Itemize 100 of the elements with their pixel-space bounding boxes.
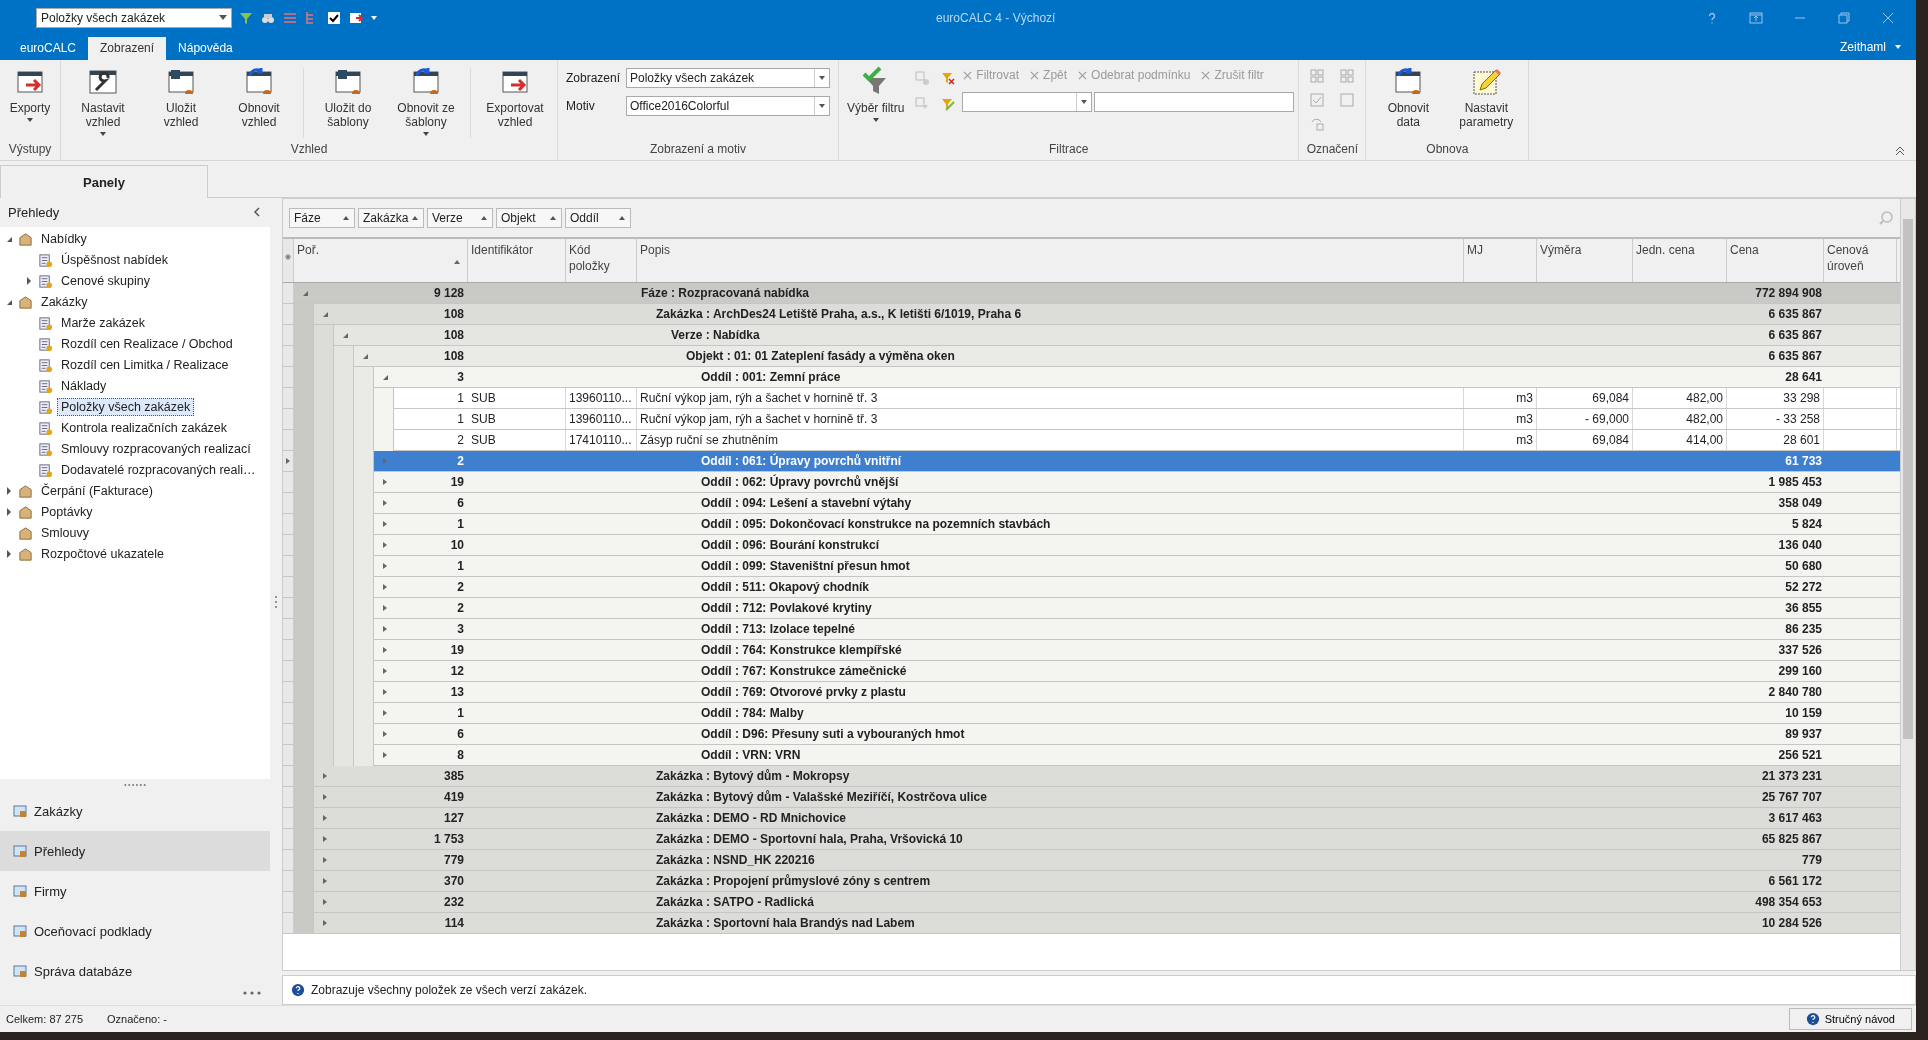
group-row[interactable]: 6 Oddíl : 094: Lešení a stavební výtahy 358 049 xyxy=(283,493,1900,514)
splitter-grip-icon[interactable] xyxy=(123,783,147,787)
group-row[interactable]: 108 Verze : Nabídka 6 635 867 xyxy=(283,325,1900,346)
column-header[interactable]: Cenová úroveň xyxy=(1824,239,1897,282)
scrollbar[interactable] xyxy=(1900,199,1915,970)
row-header[interactable] xyxy=(283,451,294,471)
group-row[interactable]: 2 Oddíl : 061: Úpravy povrchů vnitřní 61 733 xyxy=(283,451,1900,472)
group-row[interactable]: 1 Oddíl : 099: Staveništní přesun hmot 50 680 xyxy=(283,556,1900,577)
dropdown-field[interactable]: Office2016Colorful xyxy=(626,96,830,116)
nav-item[interactable]: Firmy xyxy=(0,871,270,911)
funnel-cross-icon[interactable] xyxy=(940,70,957,86)
ribbon-display-icon[interactable] xyxy=(1748,10,1764,26)
funnel-pencil-icon[interactable] xyxy=(940,96,957,112)
group-row[interactable]: 385 Zakázka : Bytový dům - Mokropsy 21 373 231 xyxy=(283,766,1900,787)
customize-caret-icon[interactable] xyxy=(370,14,378,22)
tree-item[interactable]: Zakázky xyxy=(37,293,92,312)
group-row[interactable]: 2 Oddíl : 712: Povlakové krytiny 36 855 xyxy=(283,598,1900,619)
group-by-chip[interactable]: Objekt xyxy=(496,208,562,228)
column-header[interactable]: Popis xyxy=(637,239,1464,282)
ribbon-tab[interactable]: euroCALC xyxy=(8,37,89,60)
ribbon-button[interactable]: Uložit do šablony xyxy=(310,64,386,131)
group-by-chip[interactable]: Verze xyxy=(427,208,493,228)
ribbon-button[interactable]: Exportovat vzhled xyxy=(477,64,553,131)
column-header[interactable]: Poř. xyxy=(294,239,468,282)
ribbon-button[interactable]: Obnovit vzhled xyxy=(221,64,297,131)
group-row[interactable]: 13 Oddíl : 769: Otvorové prvky z plastu 2 840 780 xyxy=(283,682,1900,703)
item-row[interactable]: 2 SUB 17410110... Zásyp ruční se zhutněním m3 69,084 414,00 28 601 xyxy=(283,430,1900,451)
filter-input[interactable] xyxy=(1094,92,1295,112)
search-icon[interactable] xyxy=(1878,210,1894,226)
tree-item[interactable]: Náklady xyxy=(57,377,111,396)
group-row[interactable]: 19 Oddíl : 062: Úpravy povrchů vnější 1 985 453 xyxy=(283,472,1900,493)
ribbon-button[interactable]: Nastavit vzhled xyxy=(65,64,141,139)
column-header[interactable]: Identifikátor xyxy=(468,239,566,282)
group-by-chip[interactable]: Fáze xyxy=(289,208,355,228)
group-row[interactable]: 232 Zakázka : SATPO - Radlická 498 354 653 xyxy=(283,892,1900,913)
checkbox-icon[interactable] xyxy=(1309,92,1326,108)
column-header[interactable]: Kód položky xyxy=(566,239,637,282)
group-row[interactable]: 2 Oddíl : 511: Okapový chodník 52 272 xyxy=(283,577,1900,598)
nav-item[interactable]: Zakázky xyxy=(0,791,270,831)
group-row[interactable]: 127 Zakázka : DEMO - RD Mnichovice 3 617 463 xyxy=(283,808,1900,829)
nav-item[interactable]: Správa databáze xyxy=(0,951,270,991)
nav-item[interactable]: Přehledy xyxy=(0,831,270,871)
tree-item[interactable]: Rozdíl cen Limitka / Realizace xyxy=(57,356,233,375)
group-row[interactable]: 9 128 Fáze : Rozpracovaná nabídka 772 894 908 xyxy=(283,283,1900,304)
tree-item[interactable]: Kontrola realizačních zakázek xyxy=(57,419,232,438)
ribbon-button[interactable]: Obnovit data xyxy=(1370,64,1447,131)
ribbon-button[interactable]: Uložit vzhled xyxy=(143,64,219,131)
view-dropdown[interactable]: Položky všech zakázek xyxy=(36,8,232,28)
tree-item[interactable]: Marže zakázek xyxy=(57,314,150,333)
tree-item[interactable]: Smlouvy rozpracovaných realizací xyxy=(57,440,255,459)
grid-icon[interactable] xyxy=(1339,68,1356,84)
collapsed-arrow-icon[interactable] xyxy=(4,486,14,497)
column-header[interactable]: Jedn. cena xyxy=(1633,239,1727,282)
grid-user-icon[interactable] xyxy=(914,70,931,86)
group-by-chip[interactable]: Zakázka xyxy=(358,208,424,228)
group-row[interactable]: 19 Oddíl : 764: Konstrukce klempířské 337 526 xyxy=(283,640,1900,661)
funnel-icon[interactable] xyxy=(238,10,254,26)
nav-item[interactable]: Oceňovací podklady xyxy=(0,911,270,951)
ribbon-button[interactable]: Exporty xyxy=(4,64,56,125)
group-row[interactable]: 114 Zakázka : Sportovní hala Brandýs nad Labem 10 284 526 xyxy=(283,913,1900,934)
ribbon-tab[interactable]: Zobrazení xyxy=(88,37,167,60)
ribbon-button[interactable]: Obnovit ze šablony xyxy=(388,64,464,139)
group-row[interactable]: 8 Oddíl : VRN: VRN 256 521 xyxy=(283,745,1900,766)
ribbon-button[interactable]: Výběr filtru xyxy=(843,64,909,125)
group-row[interactable]: 779 Zakázka : NSND_HK 220216 779 xyxy=(283,850,1900,871)
group-row[interactable]: 419 Zakázka : Bytový dům - Valašské Meziříčí, Kostrčova ulice 25 767 707 xyxy=(283,787,1900,808)
column-header[interactable]: Výměra xyxy=(1537,239,1633,282)
collapsed-arrow-icon[interactable] xyxy=(4,549,14,560)
tree-item[interactable]: Poptávky xyxy=(37,503,97,522)
group-row[interactable]: 10 Oddíl : 096: Bourání konstrukcí 136 040 xyxy=(283,535,1900,556)
group-row[interactable]: 108 Zakázka : ArchDes24 Letiště Praha, a.s., K letišti 6/1019, Praha 6 6 635 867 xyxy=(283,304,1900,325)
item-row[interactable]: 1 SUB 13960110... Ruční výkop jam, rýh a šachet v hornině tř. 3 m3 69,084 482,00 33 298 xyxy=(283,388,1900,409)
group-row[interactable]: 3 Oddíl : 713: Izolace tepelné 86 235 xyxy=(283,619,1900,640)
split-lines-icon[interactable] xyxy=(282,10,298,26)
collapsed-arrow-icon[interactable] xyxy=(4,507,14,518)
collapsed-arrow-icon[interactable] xyxy=(24,276,34,287)
group-by-chip[interactable]: Oddíl xyxy=(565,208,631,228)
tree-item[interactable]: Rozpočtové ukazatele xyxy=(37,545,168,564)
group-row[interactable]: 3 Oddíl : 001: Zemní práce 28 641 xyxy=(283,367,1900,388)
collapse-ribbon-icon[interactable] xyxy=(1894,144,1906,156)
group-row[interactable]: 370 Zakázka : Propojení průmyslové zóny s centrem 6 561 172 xyxy=(283,871,1900,892)
ribbon-tab[interactable]: Nápověda xyxy=(166,37,245,60)
panels-tab[interactable]: Panely xyxy=(0,165,208,198)
tree-item[interactable]: Cenové skupiny xyxy=(57,272,154,291)
dropdown-field[interactable]: Položky všech zakázek xyxy=(626,68,830,88)
user-menu[interactable]: Zeithaml xyxy=(1826,40,1916,60)
restore-icon[interactable] xyxy=(1836,10,1852,26)
tree-item[interactable]: Nabídky xyxy=(37,230,91,249)
tree-item[interactable]: Dodavatelé rozpracovaných reali… xyxy=(57,461,260,480)
tree-item[interactable]: Úspěšnost nabídek xyxy=(57,251,172,270)
group-row[interactable]: 1 753 Zakázka : DEMO - Sportovní hala, Praha, Vršovická 10 65 825 867 xyxy=(283,829,1900,850)
column-header[interactable]: Cena xyxy=(1727,239,1824,282)
more-icon[interactable] xyxy=(242,991,262,995)
collapse-icon[interactable] xyxy=(252,207,262,218)
checkbox-icon[interactable] xyxy=(326,10,342,26)
group-row[interactable]: 108 Objekt : 01: 01 Zateplení fasády a výměna oken 6 635 867 xyxy=(283,346,1900,367)
group-row[interactable]: 12 Oddíl : 767: Konstrukce zámečnické 299 160 xyxy=(283,661,1900,682)
tree-item[interactable]: Položky všech zakázek xyxy=(57,398,195,417)
splitter-grip-icon[interactable] xyxy=(274,593,278,610)
column-header[interactable]: MJ xyxy=(1464,239,1537,282)
